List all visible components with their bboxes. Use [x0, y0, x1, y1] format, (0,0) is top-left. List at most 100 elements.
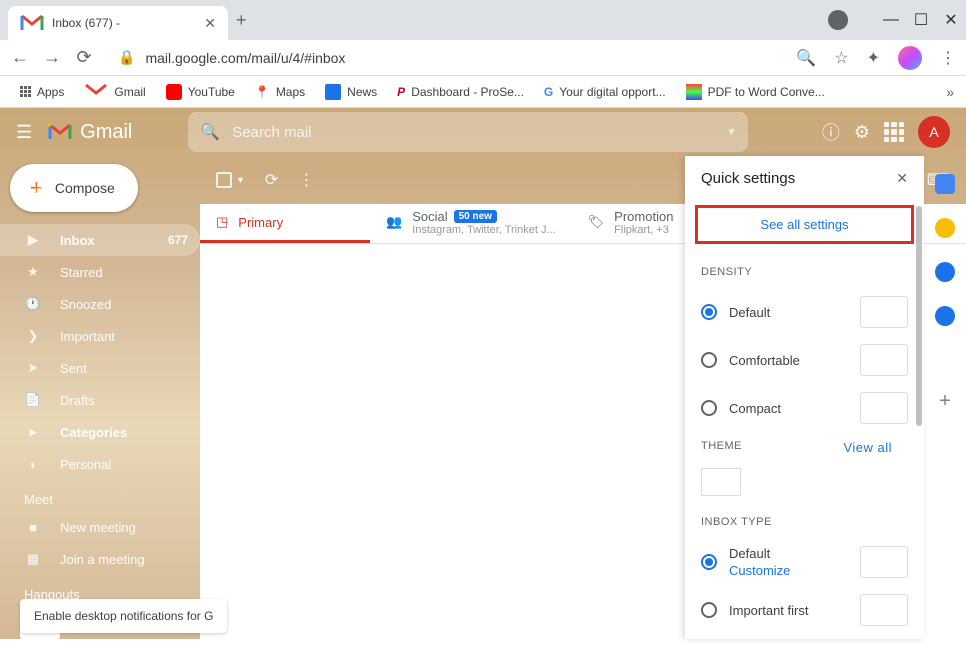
clock-icon: 🕐 [24, 295, 42, 313]
density-preview [860, 296, 908, 328]
apps-bookmark[interactable]: Apps [12, 81, 72, 103]
refresh-button[interactable]: ⟳ [265, 170, 278, 190]
meet-section-title: Meet [0, 480, 200, 511]
pdf-icon [686, 84, 702, 100]
add-addon-icon[interactable]: + [939, 390, 951, 413]
primary-icon: ◳ [216, 214, 228, 230]
radio-icon [701, 304, 717, 320]
zoom-icon[interactable]: 🔍 [796, 48, 816, 68]
main-menu-icon[interactable]: ☰ [16, 122, 32, 143]
radio-icon [701, 554, 717, 570]
nav-personal[interactable]: ◗Personal [0, 448, 200, 480]
tab-primary[interactable]: ◳ Primary [200, 204, 370, 243]
bookmark-gmail[interactable]: Gmail [76, 79, 153, 105]
bookmark-maps[interactable]: 📍Maps [247, 81, 313, 103]
gmail-logo[interactable]: Gmail [48, 121, 132, 144]
bookmark-star-icon[interactable]: ☆ [834, 48, 848, 68]
reload-button[interactable]: ⟳ [74, 47, 94, 68]
new-meeting-button[interactable]: ■New meeting [0, 511, 200, 543]
plus-icon: + [30, 175, 43, 201]
search-options-icon[interactable]: ▼ [726, 127, 736, 138]
new-tab-button[interactable]: + [236, 10, 247, 31]
support-icon[interactable]: ⓘ [822, 119, 840, 145]
gmail-app: ☰ Gmail 🔍 Search mail ▼ ⓘ ⚙ A + Compose [0, 108, 966, 639]
settings-title: Quick settings [701, 170, 795, 187]
density-preview [860, 344, 908, 376]
drafts-icon: 📄 [24, 391, 42, 409]
inbox-type-default[interactable]: Default Customize [685, 538, 924, 586]
see-all-settings-button[interactable]: See all settings [695, 205, 914, 244]
sidebar: + Compose ▶ Inbox 677 ★Starred 🕐Snoozed … [0, 156, 200, 639]
forward-button[interactable]: → [42, 47, 62, 68]
url-text: mail.google.com/mail/u/4/#inbox [145, 50, 345, 66]
contacts-icon[interactable] [935, 306, 955, 326]
inbox-type-important-first[interactable]: Important first [685, 586, 924, 634]
density-compact[interactable]: Compact [685, 384, 924, 432]
inbox-preview [860, 546, 908, 578]
density-default[interactable]: Default [685, 288, 924, 336]
search-bar[interactable]: 🔍 Search mail ▼ [188, 112, 748, 152]
checkbox-icon [216, 172, 232, 188]
keep-icon[interactable] [935, 218, 955, 238]
profile-avatar-icon[interactable] [898, 46, 922, 70]
profile-indicator-icon[interactable] [828, 10, 848, 30]
social-badge: 50 new [454, 210, 497, 223]
nav-starred[interactable]: ★Starred [0, 256, 200, 288]
side-panel: + [924, 156, 966, 639]
inbox-preview [860, 594, 908, 626]
address-bar[interactable]: 🔒 mail.google.com/mail/u/4/#inbox [106, 44, 784, 72]
tab-social[interactable]: 👥 Social 50 new Instagram, Twitter, Trin… [370, 204, 572, 243]
select-all-checkbox[interactable]: ▼ [216, 172, 245, 188]
gmail-favicon [20, 14, 44, 32]
youtube-icon [166, 84, 182, 100]
extensions-icon[interactable]: ✦ [867, 48, 880, 68]
theme-thumbnail[interactable] [701, 468, 741, 496]
nav-important[interactable]: ❯Important [0, 320, 200, 352]
density-comfortable[interactable]: Comfortable [685, 336, 924, 384]
gmail-m-icon [48, 123, 72, 141]
tab-close-icon[interactable]: ✕ [204, 15, 216, 32]
theme-view-all-link[interactable]: View all [843, 440, 892, 455]
main-area: ▼ ⟳ ⋮ 1–50 of 701 ‹ › ⌨ ◳ Primary 👥 [200, 156, 966, 639]
settings-gear-icon[interactable]: ⚙ [854, 122, 870, 143]
density-section-title: DENSITY [685, 258, 924, 288]
customize-link[interactable]: Customize [729, 563, 848, 578]
settings-scrollbar[interactable] [916, 206, 922, 426]
nav-categories[interactable]: ▸Categories [0, 416, 200, 448]
nav-sent[interactable]: ➤Sent [0, 352, 200, 384]
notification-banner[interactable]: Enable desktop notifications for G [20, 599, 227, 633]
bookmark-youtube[interactable]: YouTube [158, 80, 243, 104]
inbox-icon: ▶ [24, 231, 42, 249]
close-window-button[interactable]: ✕ [944, 13, 958, 27]
join-meeting-button[interactable]: ▦Join a meeting [0, 543, 200, 575]
settings-close-icon[interactable]: ✕ [896, 170, 908, 187]
back-button[interactable]: ← [10, 47, 30, 68]
bookmark-pdf[interactable]: PDF to Word Conve... [678, 80, 833, 104]
browser-menu-icon[interactable]: ⋮ [940, 48, 956, 68]
compose-button[interactable]: + Compose [10, 164, 138, 212]
sent-icon: ➤ [24, 359, 42, 377]
promotions-icon: 🏷 [588, 214, 605, 230]
calendar-icon[interactable] [935, 174, 955, 194]
bookmark-digital[interactable]: GYour digital opport... [536, 81, 674, 103]
news-icon [325, 84, 341, 100]
maximize-button[interactable]: ☐ [914, 13, 928, 27]
browser-tab[interactable]: Inbox (677) - ✕ [8, 6, 228, 40]
important-icon: ❯ [24, 327, 42, 345]
nav-drafts[interactable]: 📄Drafts [0, 384, 200, 416]
theme-section-title: THEME View all [685, 432, 924, 462]
account-avatar[interactable]: A [918, 116, 950, 148]
google-apps-icon[interactable] [884, 122, 904, 142]
bookmark-news[interactable]: News [317, 80, 385, 104]
more-actions-icon[interactable]: ⋮ [298, 170, 314, 190]
tab-promotions[interactable]: 🏷 Promotion Flipkart, +3 [572, 204, 690, 243]
apps-grid-icon [20, 86, 31, 97]
browser-nav-bar: ← → ⟳ 🔒 mail.google.com/mail/u/4/#inbox … [0, 40, 966, 76]
tasks-icon[interactable] [935, 262, 955, 282]
minimize-button[interactable]: — [884, 13, 898, 27]
nav-snoozed[interactable]: 🕐Snoozed [0, 288, 200, 320]
nav-inbox[interactable]: ▶ Inbox 677 [0, 224, 200, 256]
bookmarks-overflow-icon[interactable]: » [946, 84, 954, 100]
radio-icon [701, 400, 717, 416]
bookmark-dashboard[interactable]: PDashboard - ProSe... [389, 81, 532, 103]
